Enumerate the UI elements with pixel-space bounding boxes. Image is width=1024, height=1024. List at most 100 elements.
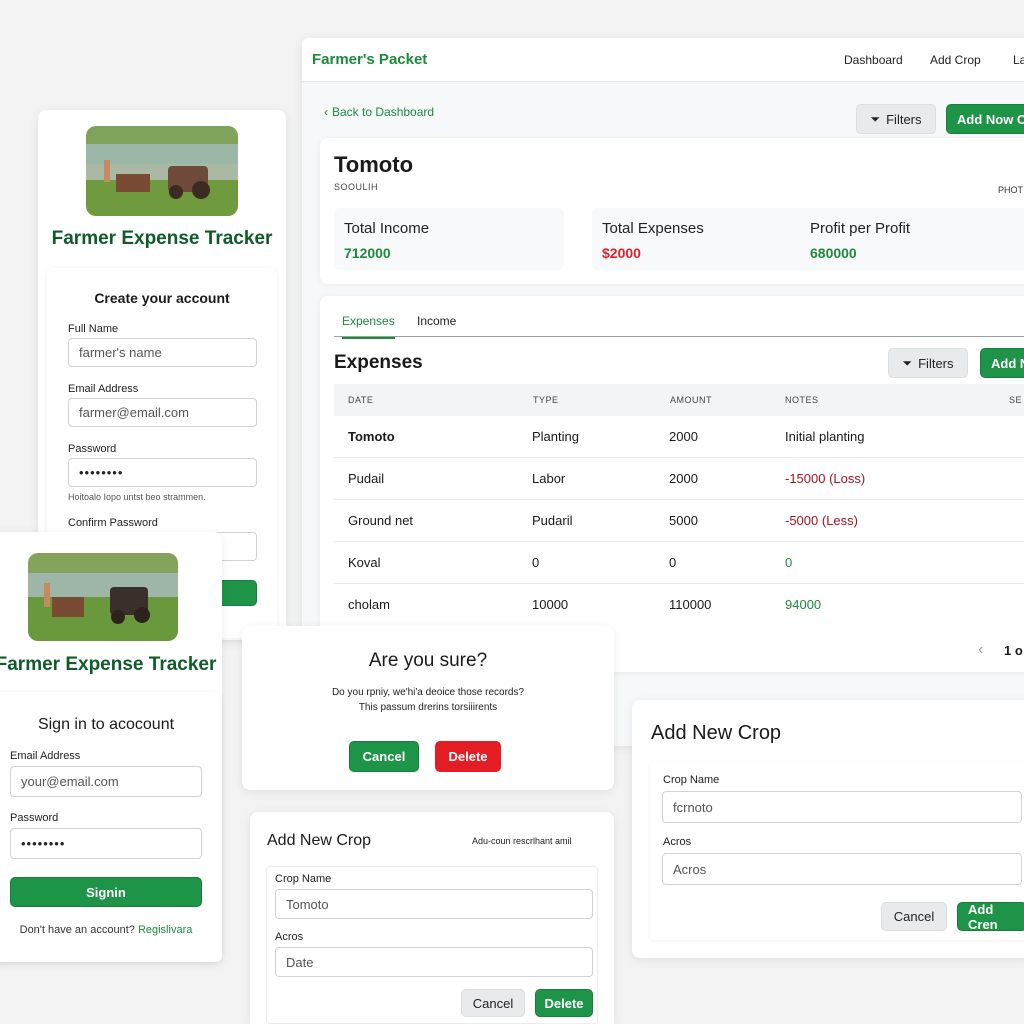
col-date: DATE — [348, 395, 374, 405]
email-label: Email Address — [10, 750, 81, 762]
cell-type: 10000 — [532, 597, 569, 612]
crop-name-label: Crop Name — [663, 774, 720, 786]
crop-name-input[interactable]: fcrnoto — [662, 791, 1022, 823]
dialog-title: Add New Crop — [267, 832, 372, 849]
add-crop-form: Crop Name Tomoto Acros Date Cancel Delet… — [266, 866, 598, 1024]
photo-label: PHOT — [998, 185, 1024, 195]
cell-notes: 94000 — [785, 597, 822, 612]
chevron-left-icon: ‹ — [324, 105, 328, 119]
cell-amount: 2000 — [669, 429, 698, 444]
password-input[interactable]: •••••••• — [68, 458, 257, 487]
nav-dashboard[interactable]: Dashboard — [844, 53, 903, 67]
top-navbar: Farmer's Packet Dashboard Add Crop La — [302, 38, 1024, 82]
table-row[interactable]: Pudail Labor 2000 -15000 (Loss) — [334, 458, 1024, 500]
section-title: Expenses — [334, 352, 423, 373]
confirm-password-label: Confirm Password — [68, 517, 158, 529]
form-heading: Sign in to acocount — [37, 716, 175, 733]
stat-title: Total Expenses — [602, 220, 704, 237]
full-name-input[interactable]: farmer's name — [68, 338, 257, 367]
acros-input[interactable]: Date — [275, 947, 593, 977]
add-crop-button[interactable]: Add Cren — [957, 902, 1024, 932]
app-title: Farmer Expense Tracker — [0, 654, 217, 675]
password-label: Password — [10, 812, 59, 824]
full-name-label: Full Name — [68, 323, 119, 335]
delete-button[interactable]: Delete — [435, 741, 501, 772]
email-input[interactable]: your@email.com — [10, 766, 202, 797]
dialog-message: Do you rpniy, we'hi'a deoice those recor… — [331, 687, 525, 698]
cell-amount: 5000 — [669, 513, 698, 528]
cancel-button[interactable]: Cancel — [349, 741, 419, 772]
tab-income[interactable]: Income — [417, 314, 456, 328]
cell-notes: Initial planting — [785, 429, 865, 444]
cancel-button[interactable]: Cancel — [461, 989, 525, 1017]
nav-add-crop[interactable]: Add Crop — [930, 53, 981, 67]
signin-button[interactable]: Signin — [10, 877, 202, 907]
cell-amount: 2000 — [669, 471, 698, 486]
signin-card: Farmer Expense Tracker Sign in to acocou… — [0, 532, 222, 962]
filters-label: Filters — [918, 355, 954, 371]
cell-date: cholam — [348, 597, 390, 612]
cell-amount: 0 — [669, 555, 677, 570]
cell-notes: 0 — [785, 555, 793, 570]
no-account-text: Don't have an account? — [19, 924, 135, 936]
nav-more[interactable]: La — [1013, 53, 1024, 67]
stat-value: 712000 — [344, 245, 391, 261]
acros-label: Acros — [663, 836, 692, 848]
farm-photo — [86, 126, 238, 216]
chevron-left-icon[interactable]: ‹ — [978, 641, 983, 659]
delete-button[interactable]: Delete — [535, 989, 593, 1017]
cancel-button[interactable]: Cancel — [881, 902, 947, 931]
email-input[interactable]: farmer@email.com — [68, 398, 257, 427]
table-row[interactable]: Ground net Pudaril 5000 -5000 (Less) — [334, 500, 1024, 542]
back-link-label: Back to Dashboard — [332, 105, 435, 119]
back-link[interactable]: ‹ Back to Dashboard — [324, 105, 434, 119]
add-new-crop-button[interactable]: Add Now C — [946, 104, 1024, 134]
col-amount: AMOUNT — [670, 395, 712, 405]
acros-input[interactable]: Acros — [662, 853, 1022, 885]
stat-value: $2000 — [602, 245, 641, 261]
cell-date: Pudail — [348, 471, 385, 486]
email-label: Email Address — [68, 383, 139, 395]
acros-label: Acros — [275, 931, 304, 943]
password-hint: Hoitoalo Iopo untst beo strammen. — [68, 492, 206, 502]
table-row[interactable]: Koval 0 0 0 — [334, 542, 1024, 584]
stat-total-expenses: Total Expenses $2000 — [592, 208, 822, 270]
password-input[interactable]: •••••••• — [10, 828, 202, 859]
filter-icon: ⏷ — [870, 111, 881, 126]
dialog-title: Add New Crop — [651, 722, 782, 744]
table-row[interactable]: cholam 10000 110000 94000 — [334, 584, 1024, 626]
stat-total-income: Total Income 712000 — [334, 208, 564, 270]
stat-value: 680000 — [810, 245, 857, 261]
dialog-side-note: Adu-coun rescrlhant amil — [472, 836, 572, 846]
cell-date: Tomoto — [348, 429, 395, 444]
cell-amount: 110000 — [669, 597, 712, 612]
register-prompt: Don't have an account? Regislivara — [0, 924, 222, 936]
crop-summary-card: Tomoto SOOULIH PHOT Total Income 712000 … — [320, 138, 1024, 284]
farm-photo — [28, 553, 178, 641]
filters-label: Filters — [886, 111, 922, 127]
crop-subtitle: SOOULIH — [334, 182, 379, 192]
add-crop-dialog: Add New Crop Adu-coun rescrlhant amil Cr… — [250, 812, 614, 1024]
add-crop-form: Crop Name fcrnoto Acros Acros Cancel Add… — [650, 762, 1024, 940]
table-row[interactable]: Tomoto Planting 2000 Initial planting — [334, 416, 1024, 458]
password-label: Password — [68, 443, 117, 455]
stat-title: Profit per Profit — [810, 220, 911, 237]
signin-form: Sign in to acocount Email Address your@e… — [0, 692, 222, 962]
dialog-message: This passum drerins torsiiirents — [358, 702, 498, 713]
tab-divider — [334, 336, 1024, 337]
dialog-title: Are you sure? — [368, 650, 488, 671]
crop-name-input[interactable]: Tomoto — [275, 889, 593, 919]
cell-notes: -5000 (Less) — [785, 513, 858, 528]
section-filters-button[interactable]: ⏷ Filters — [888, 348, 968, 378]
page-indicator: 1 o — [1004, 643, 1023, 658]
confirm-dialog: Are you sure? Do you rpniy, we'hi'a deoi… — [242, 626, 614, 790]
crop-title: Tomoto — [334, 152, 414, 177]
register-link[interactable]: Regislivara — [138, 924, 192, 936]
cell-type: Planting — [532, 429, 579, 444]
col-settings: SE — [1009, 395, 1023, 405]
filters-button[interactable]: ⏷ Filters — [856, 104, 936, 134]
filter-icon: ⏷ — [902, 355, 913, 370]
crop-name-label: Crop Name — [275, 873, 332, 885]
add-expense-button[interactable]: Add N — [980, 348, 1024, 378]
brand-logo[interactable]: Farmer's Packet — [312, 51, 427, 68]
